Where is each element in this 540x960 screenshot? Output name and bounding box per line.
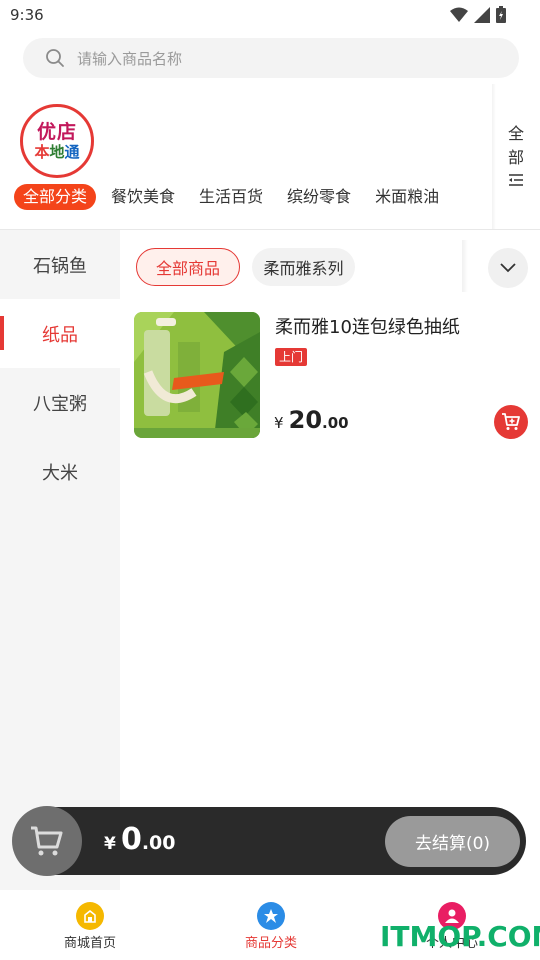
sub-category-item-active[interactable]: 纸品 [0,299,120,368]
tabs-divider [492,84,496,230]
product-name[interactable]: 柔而雅10连包绿色抽纸 [275,313,460,339]
chip-series[interactable]: 柔而雅系列 [252,248,355,286]
chip-all-products[interactable]: 全部商品 [136,248,240,286]
home-icon [76,902,104,930]
cart-button[interactable] [12,806,82,876]
tab-all-categories[interactable]: 全部分类 [14,184,97,210]
search-input[interactable]: 请输入商品名称 [23,38,519,78]
all-categories-toggle[interactable]: 全 部 [505,122,527,194]
status-time: 9:36 [10,6,44,24]
category-icon [257,902,285,930]
cart-total: ¥ 0.00 [104,822,176,857]
logo-text-top: 优店 [36,121,77,143]
tab-food[interactable]: 餐饮美食 [111,184,175,210]
list-indent-icon [509,174,523,186]
logo-text-bottom: 本地通 [34,143,80,161]
tab-snacks[interactable]: 缤纷零食 [287,184,351,210]
store-logo: 优店 本地通 [20,104,94,178]
checkout-button[interactable]: 去结算(0) [385,816,520,867]
chevron-down-icon [500,263,516,273]
nav-home[interactable]: 商城首页 [40,902,140,951]
cart-icon [31,826,63,856]
signal-icon [474,6,490,23]
tab-daily-goods[interactable]: 生活百货 [199,184,263,210]
nav-categories-label: 商品分类 [244,936,297,951]
all-toggle-line1: 全 [507,124,524,143]
expand-filters-button[interactable] [488,248,528,288]
cart-add-icon [502,413,520,430]
battery-icon [496,6,506,23]
wifi-icon [450,7,468,22]
add-to-cart-button[interactable] [494,405,528,439]
search-icon [46,49,64,67]
tab-grain-oil[interactable]: 米面粮油 [375,184,439,210]
status-icons [450,6,506,23]
category-tabs: 全部分类 餐饮美食 生活百货 缤纷零食 米面粮油 [14,184,463,210]
search-placeholder: 请输入商品名称 [77,49,183,68]
product-price: ¥ 20.00 [274,406,349,434]
nav-categories[interactable]: 商品分类 [221,902,321,951]
all-toggle-line2: 部 [507,148,524,167]
sub-category-item[interactable]: 大米 [0,437,120,506]
sub-category-item[interactable]: 石锅鱼 [0,230,120,299]
product-image[interactable] [134,312,260,438]
watermark: ITMOP.COM [380,920,540,953]
chips-fade [462,240,468,292]
product-tag-badge: 上门 [275,348,308,366]
sub-category-list: 石锅鱼 纸品 八宝粥 大米 [0,230,120,890]
status-bar: 9:36 [0,0,540,32]
nav-home-label: 商城首页 [63,936,116,951]
sub-category-item[interactable]: 八宝粥 [0,368,120,437]
